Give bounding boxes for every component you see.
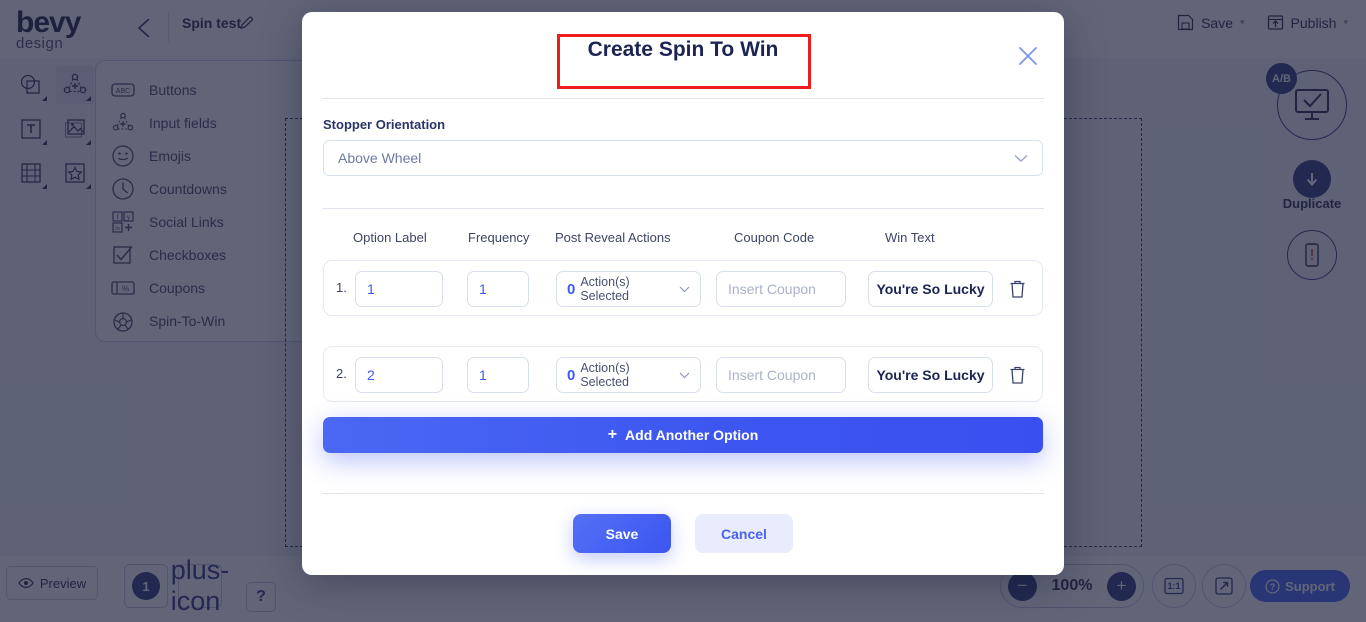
post-reveal-actions-select[interactable]: 0 Action(s) Selected	[556, 271, 701, 307]
stopper-orientation-select[interactable]: Above Wheel	[323, 140, 1043, 176]
coupon-code-input[interactable]	[716, 357, 846, 393]
app-root: bevy design Spin test Save ▾	[0, 0, 1366, 622]
modal-divider-bottom	[322, 493, 1044, 494]
add-another-option-label: Add Another Option	[625, 427, 759, 443]
chevron-down-icon	[1014, 154, 1028, 162]
row-index: 1.	[336, 280, 347, 295]
frequency-input[interactable]	[467, 271, 529, 307]
modal-title: Create Spin To Win	[587, 38, 779, 61]
stopper-orientation-value: Above Wheel	[338, 150, 422, 166]
table-column-headers: Option Label Frequency Post Reveal Actio…	[323, 230, 1043, 248]
chevron-down-icon	[679, 372, 690, 378]
col-header-coupon-code: Coupon Code	[734, 230, 815, 245]
close-x-icon[interactable]	[1014, 42, 1042, 70]
save-button[interactable]: Save	[573, 514, 671, 553]
modal-divider-top	[322, 98, 1044, 99]
col-header-win-text: Win Text	[885, 230, 935, 245]
cancel-button[interactable]: Cancel	[695, 514, 793, 553]
modal-footer-buttons: Save Cancel	[302, 514, 1064, 553]
win-text-input[interactable]	[868, 357, 993, 393]
actions-text: Action(s) Selected	[580, 275, 630, 303]
table-row: 2. 0 Action(s) Selected	[323, 346, 1043, 402]
actions-count: 0	[567, 366, 576, 384]
row-index: 2.	[336, 366, 347, 381]
win-text-input[interactable]	[868, 271, 993, 307]
col-header-option-label: Option Label	[353, 230, 427, 245]
col-header-frequency: Frequency	[468, 230, 530, 245]
table-row: 1. 0 Action(s) Selected	[323, 260, 1043, 316]
trash-icon[interactable]	[1008, 279, 1027, 299]
plus-icon: +	[607, 426, 618, 443]
modal-divider-mid	[322, 208, 1044, 209]
actions-text: Action(s) Selected	[580, 361, 630, 389]
create-spin-to-win-modal: Create Spin To Win Stopper Orientation A…	[302, 12, 1064, 575]
trash-icon[interactable]	[1008, 365, 1027, 385]
frequency-input[interactable]	[467, 357, 529, 393]
stopper-orientation-label: Stopper Orientation	[323, 117, 446, 132]
coupon-code-input[interactable]	[716, 271, 846, 307]
actions-count: 0	[567, 280, 576, 298]
add-another-option-button[interactable]: + Add Another Option	[323, 417, 1043, 453]
col-header-post-reveal-actions: Post Reveal Actions	[555, 230, 671, 245]
chevron-down-icon	[679, 286, 690, 292]
option-label-input[interactable]	[355, 357, 443, 393]
post-reveal-actions-select[interactable]: 0 Action(s) Selected	[556, 357, 701, 393]
option-label-input[interactable]	[355, 271, 443, 307]
